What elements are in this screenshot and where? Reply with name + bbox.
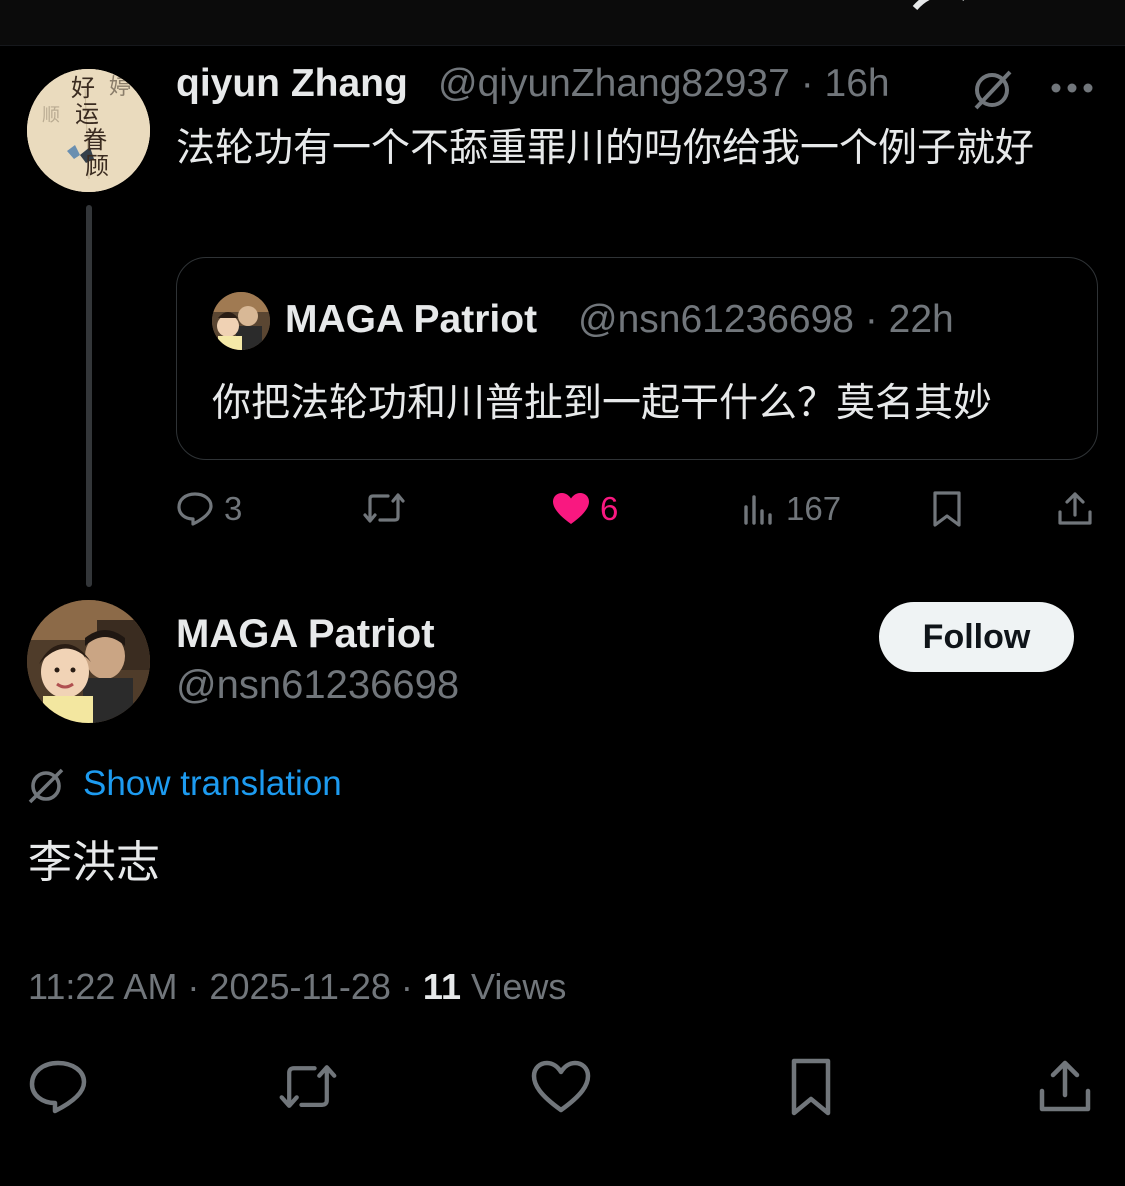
avatar[interactable]	[27, 600, 150, 723]
translate-icon	[28, 768, 64, 804]
tweet-timestamp[interactable]: 11:22 AM · 2025-11-28 ·	[28, 966, 423, 1007]
parent-handle-time[interactable]: @qiyunZhang82937 · 16h	[438, 62, 890, 106]
quote-text: 你把法轮功和川普扯到一起干什么？莫名其妙	[212, 382, 993, 425]
bookmark-button[interactable]	[930, 490, 964, 528]
retweet-icon	[363, 493, 405, 523]
views-label: Views	[460, 966, 567, 1007]
avatar-char: 好	[71, 74, 95, 102]
like-button[interactable]: 6	[552, 490, 618, 528]
svg-text:婷: 婷	[109, 75, 131, 100]
show-translation-link[interactable]: Show translation	[83, 764, 342, 804]
bookmark-icon[interactable]	[782, 1058, 844, 1116]
views-icon	[744, 495, 772, 525]
parent-author-name[interactable]: qiyun Zhang	[176, 62, 408, 106]
like-count: 6	[600, 490, 619, 527]
bookmark-icon	[933, 491, 961, 527]
tweet-metadata: 11:22 AM · 2025-11-28 · 11 Views	[28, 966, 566, 1008]
back-arrow-icon[interactable]	[40, 0, 62, 8]
svg-text:顺: 顺	[42, 105, 60, 126]
avatar[interactable]: 婷 顺 好 运 眷 顾	[27, 69, 150, 192]
top-bar	[0, 0, 1125, 46]
main-handle[interactable]: @nsn61236698	[176, 663, 459, 708]
quoted-tweet[interactable]	[176, 257, 1098, 460]
avatar-char: 顾	[85, 152, 109, 180]
views-count: 167	[786, 490, 842, 527]
translate-icon[interactable]	[968, 66, 1016, 112]
retweet-button[interactable]	[362, 490, 406, 526]
main-author-name[interactable]: MAGA Patriot	[176, 612, 435, 657]
reply-icon[interactable]	[27, 1058, 89, 1116]
quote-handle-time: @nsn61236698 · 22h	[578, 298, 954, 341]
avatar-char: 眷	[83, 126, 107, 154]
quote-avatar[interactable]	[212, 292, 270, 350]
avatar-char: 运	[75, 100, 99, 128]
share-icon	[1058, 492, 1092, 525]
views-count: 11	[422, 966, 461, 1007]
heart-icon[interactable]	[530, 1058, 592, 1116]
reply-count: 3	[224, 490, 243, 527]
follow-button[interactable]: Follow	[879, 602, 1074, 672]
parent-tweet-text: 法轮功有一个不舔重罪川的吗你给我一个例子就好	[176, 127, 1035, 170]
heart-icon	[553, 493, 589, 524]
more-icon[interactable]	[1050, 82, 1094, 94]
reply-icon	[177, 492, 213, 526]
grok-icon[interactable]	[905, 0, 975, 10]
main-tweet-text: 李洪志	[28, 838, 160, 887]
views-button[interactable]: 167	[742, 490, 841, 528]
share-icon[interactable]	[1034, 1058, 1096, 1116]
thread-line	[86, 205, 92, 587]
retweet-icon[interactable]	[277, 1058, 339, 1116]
reply-button[interactable]: 3	[176, 490, 242, 528]
share-button[interactable]	[1056, 490, 1094, 528]
quote-author-name: MAGA Patriot	[285, 298, 538, 341]
